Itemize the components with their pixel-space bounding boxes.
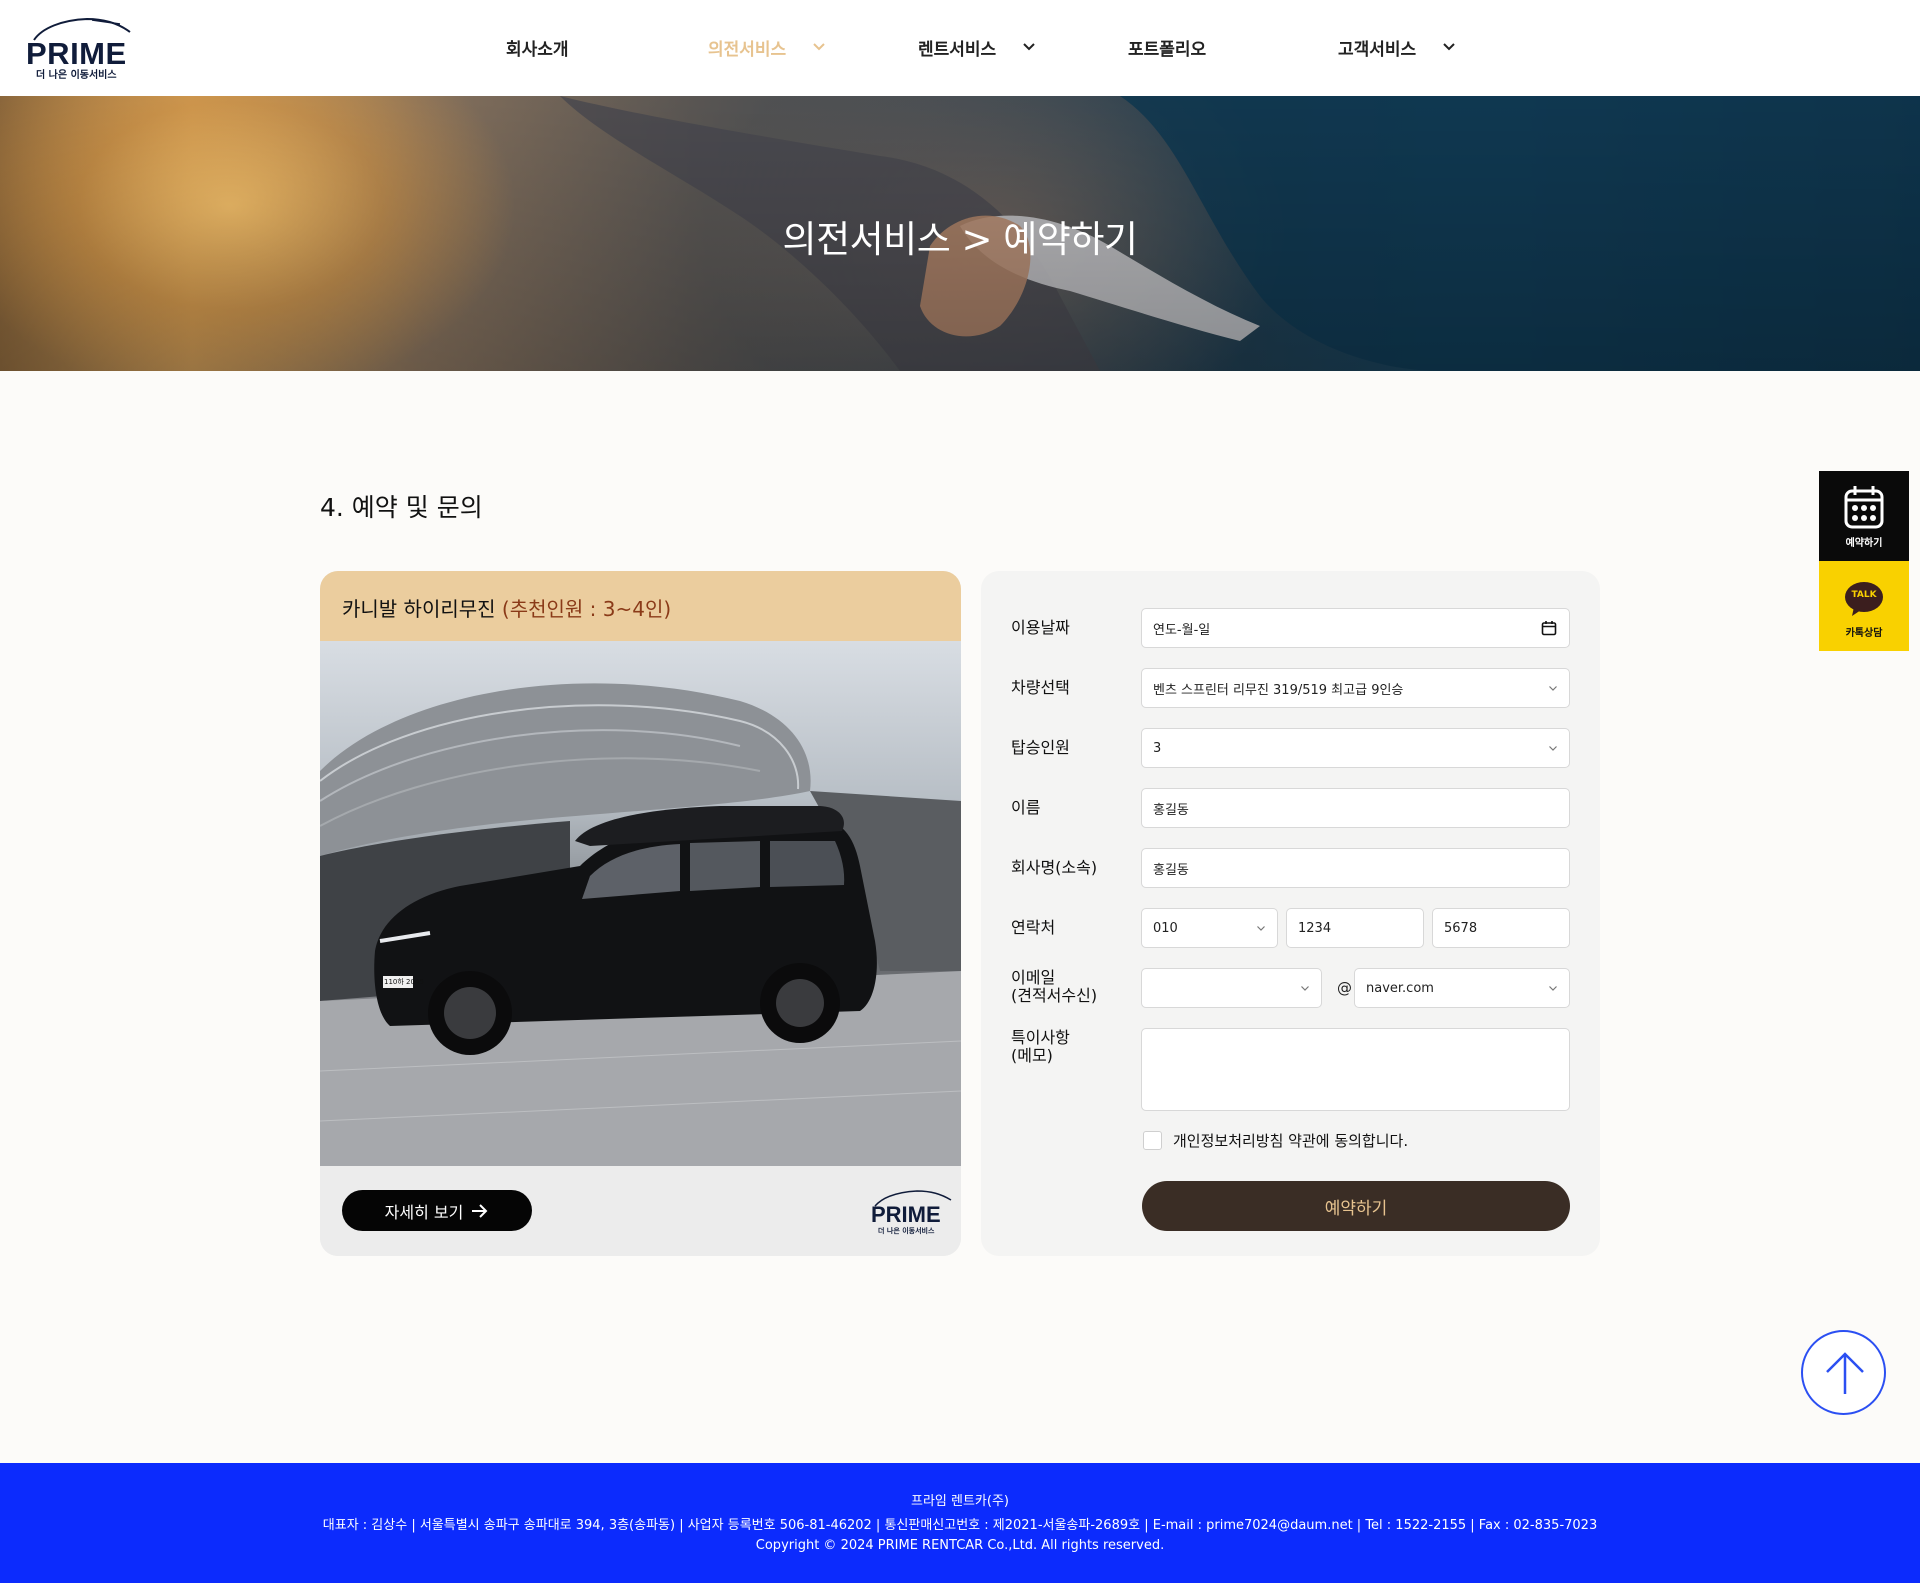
vehicle-card-footer: 자세히 보기 PRIME 더 나은 이동서비스 [320,1166,961,1256]
vehicle-select-value: 벤츠 스프린터 리무진 319/519 최고급 9인승 [1153,682,1404,698]
email-local-select[interactable] [1141,968,1322,1008]
nav-item-customer-service[interactable]: 고객서비스 [1338,32,1456,62]
view-details-button[interactable]: 자세히 보기 [342,1190,532,1231]
nav-item-label: 의전서비스 [708,39,787,60]
passengers-label: 탑승인원 [1011,738,1070,757]
memo-label: 특이사항 (메모) [1011,1029,1070,1065]
date-label: 이용날짜 [1011,618,1070,637]
nav-item-label: 고객서비스 [1338,39,1417,60]
phone-prefix-select[interactable]: 010 [1141,908,1278,948]
chevron-down-icon [1301,986,1309,991]
date-input[interactable]: 연도-월-일 [1141,608,1570,648]
chevron-down-icon [1443,43,1455,51]
vehicle-image [320,683,961,1166]
email-label-line2: (견적서수신) [1011,986,1098,1005]
floating-kakao-button[interactable]: TALK 카톡상담 [1819,561,1909,651]
vehicle-card-header: 카니발 하이리무진 (추천인원 : 3~4인) [320,571,961,641]
vehicle-recommended-capacity: (추천인원 : 3~4인) [501,597,672,621]
floating-kakao-label: 카톡상담 [1845,628,1883,639]
memo-textarea[interactable] [1141,1028,1570,1111]
phone-prefix-value: 010 [1153,920,1178,936]
passengers-select-value: 3 [1153,740,1162,756]
chevron-down-icon [813,43,825,51]
floating-reserve-label: 예약하기 [1845,538,1883,549]
card-logo-wordmark: PRIME [871,1202,941,1227]
vehicle-card-title: 카니발 하이리무진 (추천인원 : 3~4인) [342,593,671,622]
nav-item-portfolio[interactable]: 포트폴리오 [1128,32,1206,62]
arrow-right-icon [472,1203,488,1218]
vehicle-card: 카니발 하이리무진 (추천인원 : 3~4인) 110하 2045 자세히 보기… [320,571,961,1256]
nav-item-company[interactable]: 회사소개 [506,32,569,62]
vehicle-select[interactable]: 벤츠 스프린터 리무진 319/519 최고급 9인승 [1141,668,1570,708]
site-footer: 프라임 렌트카(주) 대표자 : 김상수 | 서울특별시 송파구 송파대로 39… [0,1463,1920,1583]
kakao-badge-text: TALK [1851,590,1877,600]
footer-company: 프라임 렌트카(주) [911,1494,1009,1509]
reservation-form: 이용날짜 연도-월-일 차량선택 벤츠 스프린터 리무진 319/519 최고급… [981,571,1600,1256]
name-label: 이름 [1011,798,1041,817]
privacy-agree-checkbox[interactable] [1143,1131,1162,1150]
calendar-icon [1844,486,1884,529]
vehicle-photo: 110하 2045 [320,641,961,1166]
vehicle-name: 카니발 하이리무진 [342,597,496,621]
site-header: PRIME 더 나은 이동서비스 회사소개 의전서비스 렌트서비스 포트폴리오 … [0,0,1920,96]
date-input-value: 연도-월-일 [1153,622,1211,638]
chevron-down-icon [1549,746,1557,751]
card-logo: PRIME 더 나은 이동서비스 [871,1188,952,1238]
phone-last-input[interactable]: 5678 [1432,908,1570,948]
company-label: 회사명(소속) [1011,858,1098,877]
name-input-value: 홍길동 [1153,802,1189,818]
chevron-down-icon [1257,926,1265,931]
calendar-icon[interactable] [1541,620,1557,636]
license-plate: 110하 2045 [384,978,424,986]
footer-copyright: Copyright © 2024 PRIME RENTCAR Co.,Ltd. … [755,1538,1165,1553]
reserve-submit-label: 예약하기 [1324,1198,1388,1219]
email-domain-value: naver.com [1366,980,1434,996]
logo-tagline: 더 나은 이동서비스 [36,70,117,81]
chevron-down-icon [1549,986,1557,991]
footer-info: 대표자 : 김상수 | 서울특별시 송파구 송파대로 394, 3층(송파동) … [322,1518,1598,1533]
privacy-agree: 개인정보처리방침 약관에 동의합니다. [1143,1130,1408,1151]
view-details-label: 자세히 보기 [384,1202,464,1222]
hero-banner: 의전서비스 > 예약하기 [0,96,1920,371]
phone-last-value: 5678 [1444,920,1478,936]
chevron-down-icon [1549,686,1557,691]
memo-label-line2: (메모) [1011,1046,1053,1065]
hero-title: 의전서비스 > 예약하기 [782,218,1138,261]
nav-item-label: 포트폴리오 [1128,39,1207,60]
nav-item-rent-service[interactable]: 렌트서비스 [918,32,1036,62]
phone-middle-value: 1234 [1298,920,1332,936]
floating-reserve-button[interactable]: 예약하기 [1819,471,1909,561]
reserve-submit-button[interactable]: 예약하기 [1142,1181,1570,1231]
vehicle-label: 차량선택 [1011,678,1070,697]
email-domain-select[interactable]: naver.com [1354,968,1570,1008]
phone-label: 연락처 [1011,918,1056,937]
nav-item-label: 회사소개 [506,39,569,60]
company-input[interactable]: 홍길동 [1141,848,1570,888]
email-label-line1: 이메일 [1011,968,1056,987]
chevron-down-icon [1023,43,1035,51]
card-logo-tagline: 더 나은 이동서비스 [878,1227,935,1235]
arrow-up-icon [1826,1352,1864,1394]
privacy-agree-label[interactable]: 개인정보처리방침 약관에 동의합니다. [1173,1130,1408,1151]
section-title: 4. 예약 및 문의 [320,493,483,522]
company-input-value: 홍길동 [1153,862,1189,878]
nav-item-label: 렌트서비스 [918,39,997,60]
nav-item-protocol-service[interactable]: 의전서비스 [708,32,826,62]
email-at-sign: @ [1337,979,1352,997]
phone-middle-input[interactable]: 1234 [1286,908,1424,948]
memo-label-line1: 특이사항 [1011,1028,1070,1047]
email-label: 이메일 (견적서수신) [1011,969,1097,1005]
site-logo[interactable]: PRIME 더 나은 이동서비스 [26,14,132,81]
passengers-select[interactable]: 3 [1141,728,1570,768]
name-input[interactable]: 홍길동 [1141,788,1570,828]
scroll-to-top-button[interactable] [1801,1330,1886,1415]
